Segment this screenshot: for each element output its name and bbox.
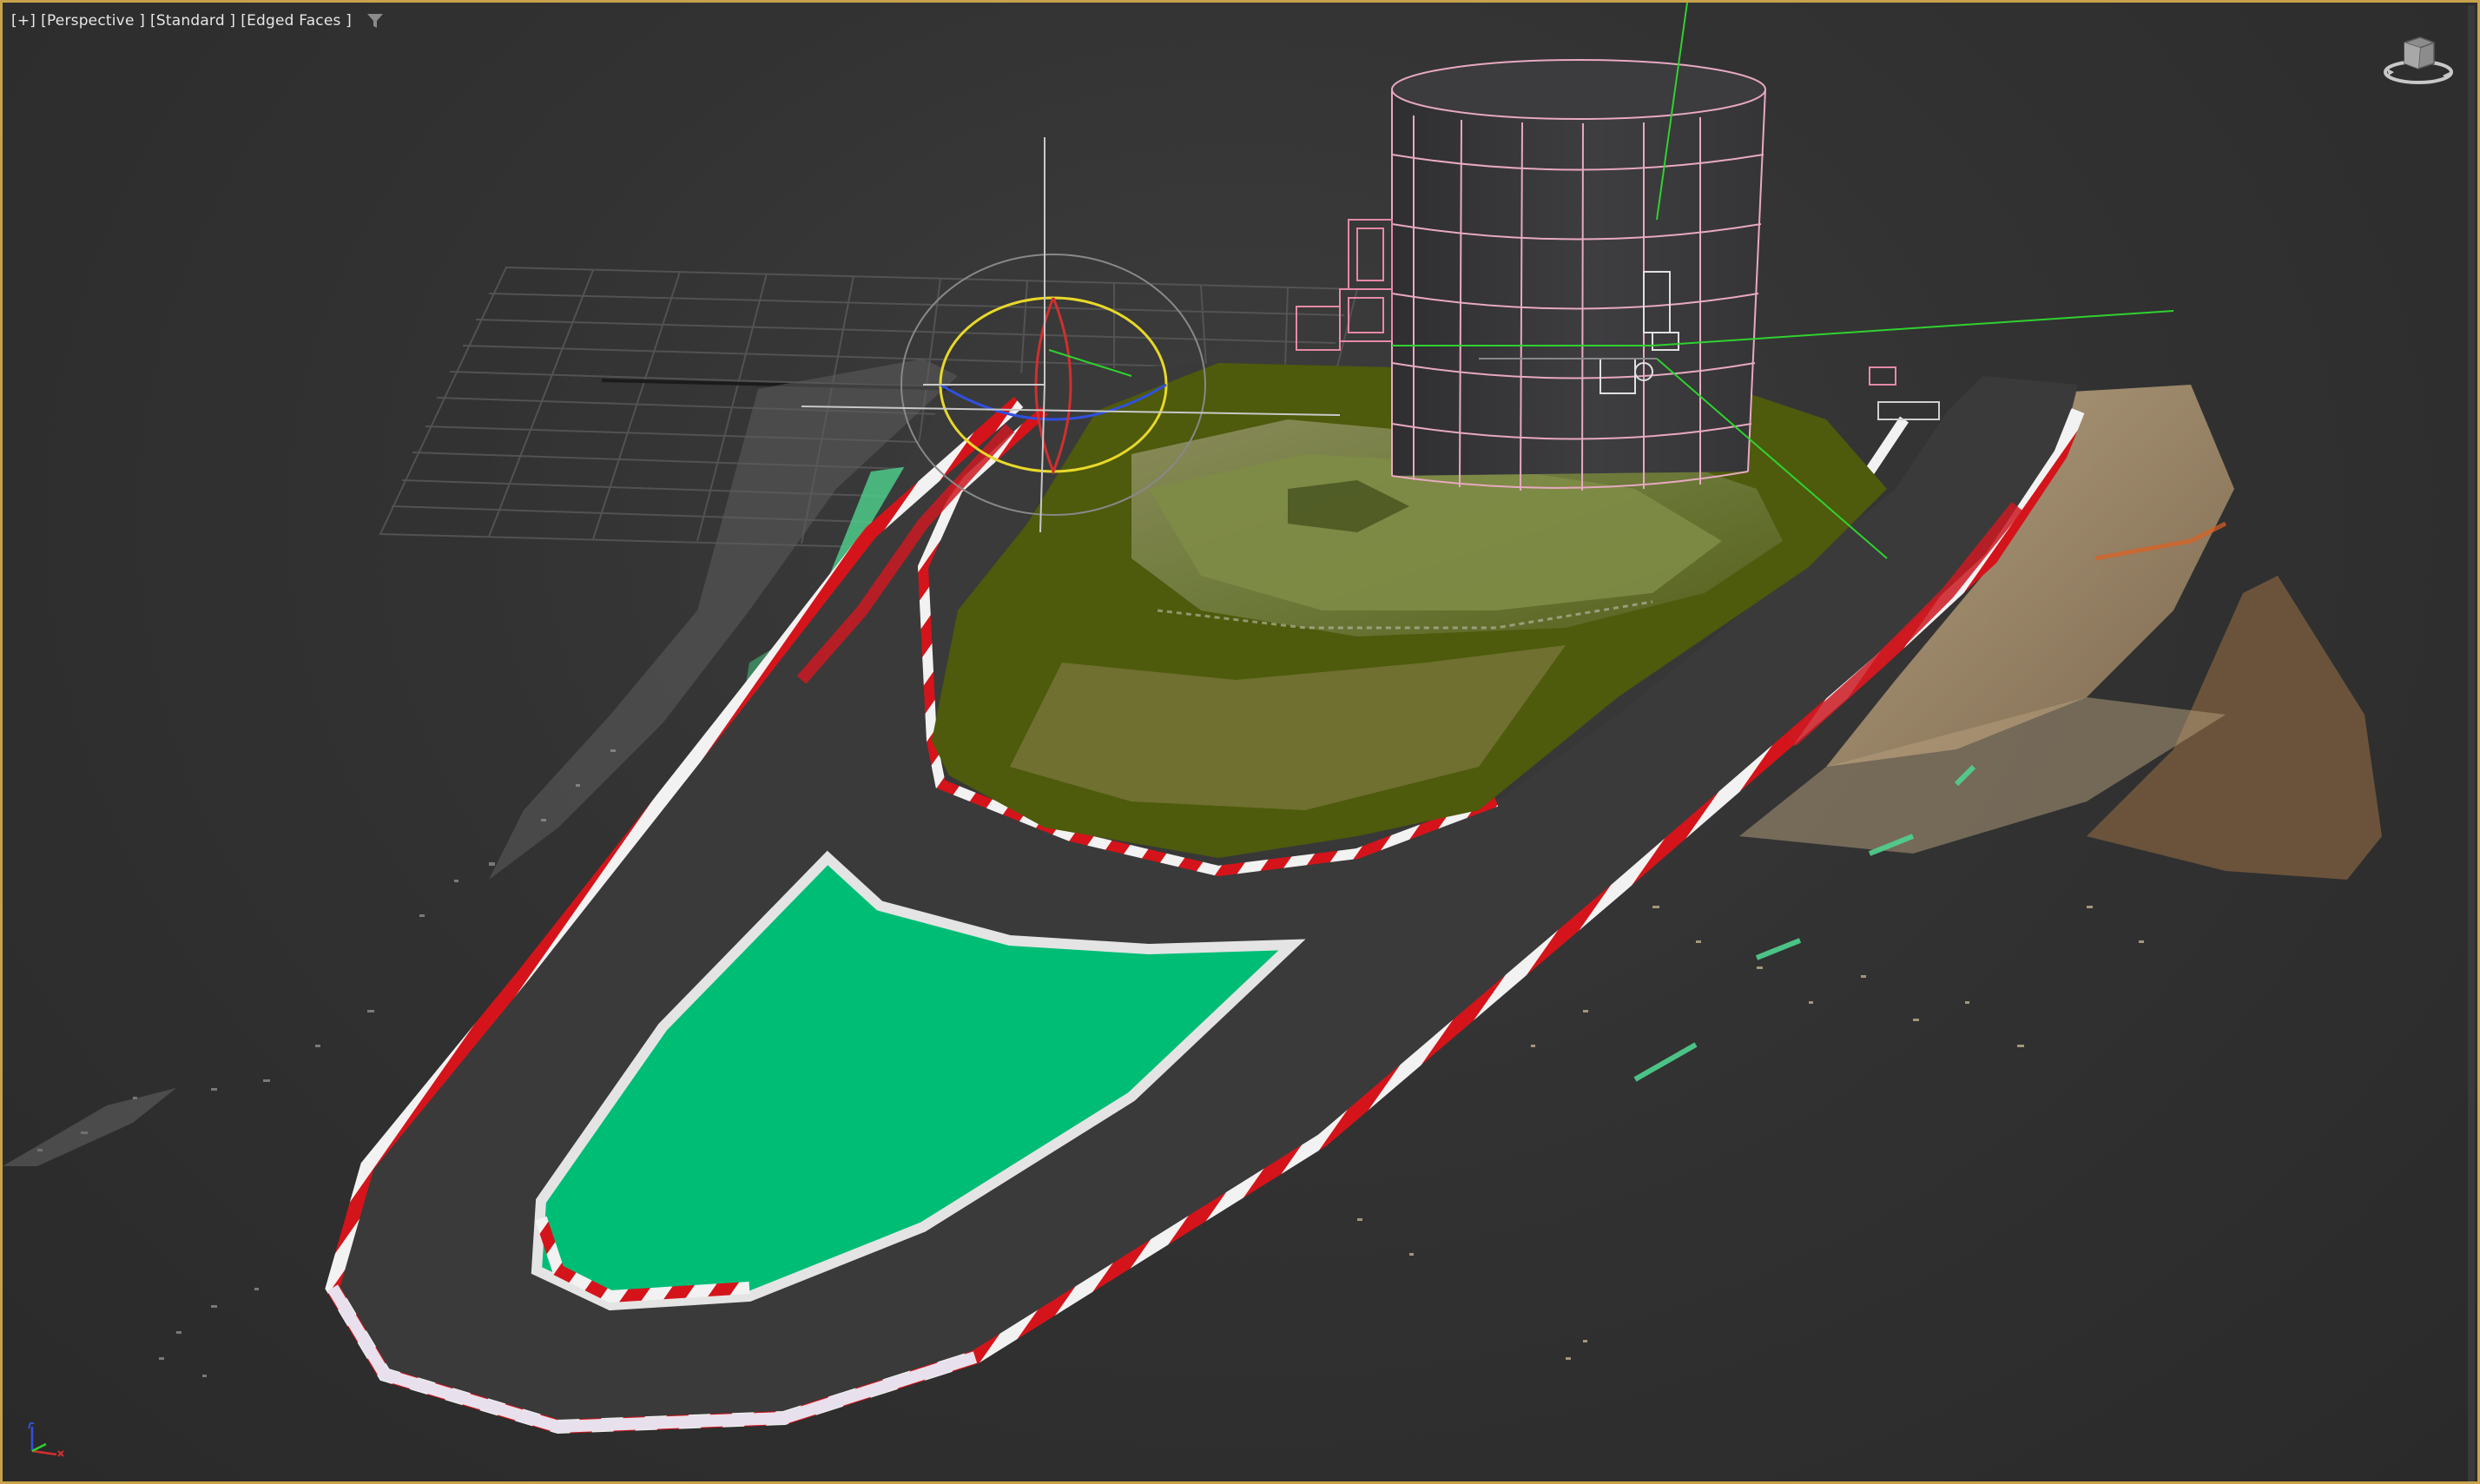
water-tower xyxy=(1391,59,1766,491)
viewport-point-of-view-menu[interactable]: [Perspective ] xyxy=(41,12,145,30)
viewcube-icon[interactable] xyxy=(2382,32,2455,89)
3d-scene[interactable] xyxy=(3,3,2480,1484)
viewport-shading-standard-menu[interactable]: [Standard ] xyxy=(150,12,235,30)
viewport-scrollbar[interactable] xyxy=(2468,5,2475,1481)
viewport-label-bar: [+] [Perspective ] [Standard ] [Edged Fa… xyxy=(11,8,385,34)
perspective-viewport[interactable]: [+] [Perspective ] [Standard ] [Edged Fa… xyxy=(0,0,2480,1484)
viewport-general-menu[interactable]: [+] xyxy=(11,12,36,30)
funnel-icon[interactable] xyxy=(366,11,385,30)
viewport-edged-faces-menu[interactable]: [Edged Faces ] xyxy=(241,12,352,30)
xyz-axis-tripod-icon xyxy=(28,1422,64,1457)
